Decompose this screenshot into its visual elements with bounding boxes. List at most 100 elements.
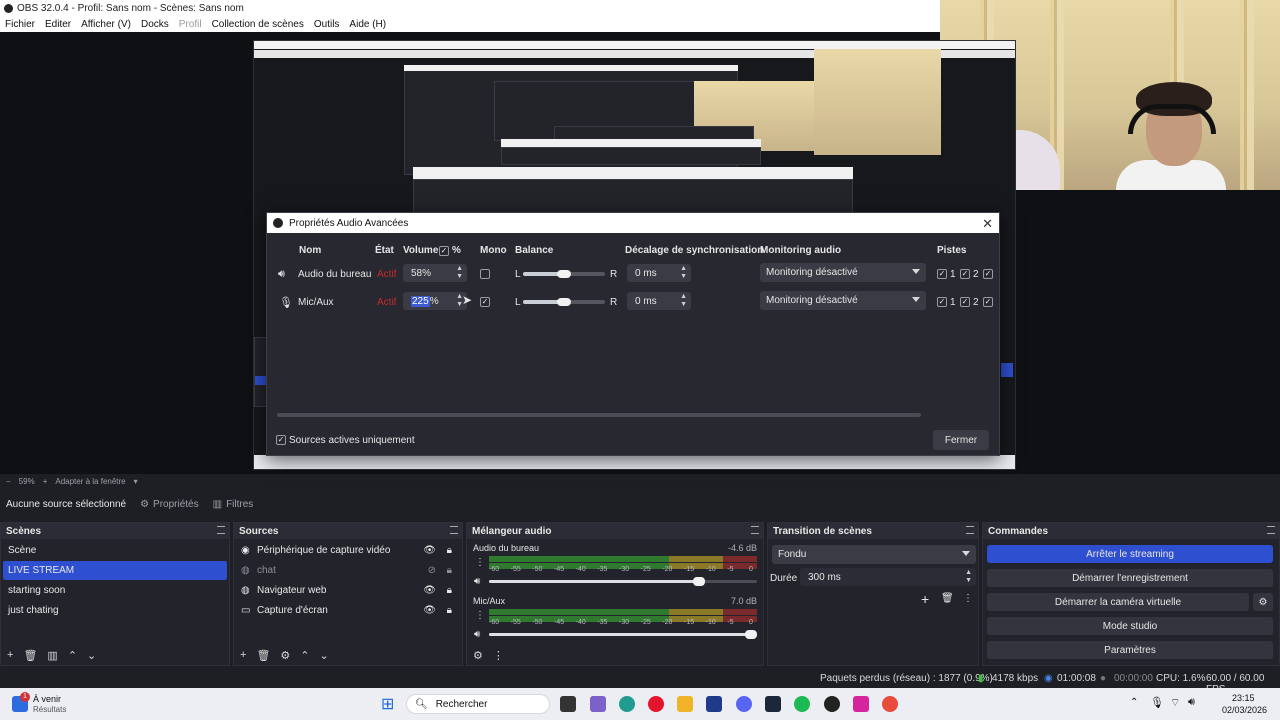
- menu-docks[interactable]: Docks: [136, 19, 174, 30]
- filter-icon[interactable]: ▥: [47, 649, 57, 662]
- file-explorer-icon[interactable]: [677, 696, 693, 712]
- volume-spinbox-desktop-audio[interactable]: 58% ▲ ▼: [403, 264, 467, 282]
- mono-checkbox-desktop-audio[interactable]: [480, 269, 490, 279]
- wifi-icon[interactable]: ⌔: [1170, 696, 1180, 710]
- mono-checkbox-mic-aux[interactable]: ✓: [480, 297, 490, 307]
- studio-mode-button[interactable]: Mode studio: [987, 617, 1273, 635]
- balance-slider-handle[interactable]: [557, 270, 571, 278]
- discord-icon[interactable]: [736, 696, 752, 712]
- teams-icon[interactable]: [590, 696, 606, 712]
- move-down-icon[interactable]: ⌄: [320, 649, 329, 662]
- dock-menu-icon[interactable]: [966, 526, 974, 534]
- mixer-fader-handle[interactable]: [693, 577, 705, 586]
- trash-icon[interactable]: 🗑︎: [23, 649, 37, 662]
- zoom-fit-select[interactable]: Adapter à la fenêtre: [55, 477, 125, 486]
- lock-icon[interactable]: 🔒︎: [447, 585, 452, 596]
- scene-item[interactable]: Scène: [3, 541, 227, 560]
- volume-icon[interactable]: 🔊︎: [474, 629, 480, 640]
- horizontal-scrollbar[interactable]: [277, 413, 921, 417]
- source-item[interactable]: ▭ Capture d'écran 👁︎ 🔒︎: [236, 601, 460, 620]
- instagram-icon[interactable]: [853, 696, 869, 712]
- store-icon[interactable]: [706, 696, 722, 712]
- stop-streaming-button[interactable]: Arrêter le streaming: [987, 545, 1273, 563]
- dock-menu-icon[interactable]: [450, 526, 458, 534]
- more-vertical-icon[interactable]: ⋮: [963, 593, 973, 604]
- track-1-checkbox-desktop-audio[interactable]: ✓: [937, 269, 947, 279]
- track-2-checkbox-mic-aux[interactable]: ✓: [960, 297, 970, 307]
- lock-icon[interactable]: 🔒︎: [447, 605, 452, 616]
- volume-spinbox-mic-aux[interactable]: 225% ▲ ▼: [403, 292, 467, 310]
- active-sources-only-checkbox[interactable]: ✓: [276, 435, 286, 445]
- spin-arrows-icon[interactable]: ▲ ▼: [680, 265, 687, 281]
- track-3-checkbox-desktop-audio[interactable]: ✓: [983, 269, 993, 279]
- move-up-icon[interactable]: ⌃: [68, 649, 77, 662]
- eye-hidden-icon[interactable]: ⊘: [428, 565, 436, 576]
- track-3-checkbox-mic-aux[interactable]: ✓: [983, 297, 993, 307]
- filters-button[interactable]: ▥ Filtres: [213, 499, 254, 510]
- menu-outils[interactable]: Outils: [309, 19, 345, 30]
- add-icon[interactable]: +: [921, 591, 929, 607]
- opera-icon[interactable]: [648, 696, 664, 712]
- menu-fichier[interactable]: Fichier: [0, 19, 40, 30]
- sync-offset-spinbox-desktop-audio[interactable]: 0 ms ▲ ▼: [627, 264, 691, 282]
- zoom-in-icon[interactable]: +: [43, 477, 48, 486]
- gear-icon[interactable]: ⚙: [280, 649, 290, 662]
- mixer-fader-handle[interactable]: [745, 630, 757, 639]
- spotify-icon[interactable]: [794, 696, 810, 712]
- scene-item[interactable]: just chating: [3, 601, 227, 620]
- trash-icon[interactable]: 🗑︎: [256, 649, 270, 662]
- scene-item[interactable]: starting soon: [3, 581, 227, 600]
- taskbar-search[interactable]: 🔍︎ Rechercher: [406, 694, 550, 714]
- close-button[interactable]: Fermer: [933, 430, 989, 450]
- menu-aide[interactable]: Aide (H): [344, 19, 391, 30]
- trash-icon[interactable]: 🗑︎: [941, 593, 954, 604]
- sync-offset-spinbox-mic-aux[interactable]: 0 ms ▲ ▼: [627, 292, 691, 310]
- balance-slider-handle[interactable]: [557, 298, 571, 306]
- move-down-icon[interactable]: ⌄: [87, 649, 96, 662]
- monitoring-select-desktop-audio[interactable]: Monitoring désactivé: [760, 263, 926, 282]
- more-vertical-icon[interactable]: ⋮: [475, 557, 485, 568]
- move-up-icon[interactable]: ⌃: [300, 649, 309, 662]
- volume-icon[interactable]: 🔊︎: [474, 576, 480, 587]
- track-1-checkbox-mic-aux[interactable]: ✓: [937, 297, 947, 307]
- settings-button[interactable]: Paramètres: [987, 641, 1273, 659]
- close-icon[interactable]: ✕: [982, 216, 993, 232]
- duration-spinbox[interactable]: 300 ms ▲ ▼: [800, 568, 976, 586]
- add-icon[interactable]: +: [240, 649, 246, 661]
- properties-button[interactable]: ⚙ Propriétés: [140, 499, 199, 510]
- windows-start-icon[interactable]: ⊞: [381, 694, 394, 714]
- monitoring-select-mic-aux[interactable]: Monitoring désactivé: [760, 291, 926, 310]
- lock-icon[interactable]: 🔒︎: [447, 565, 452, 576]
- virtual-camera-settings-button[interactable]: ⚙: [1253, 593, 1273, 611]
- more-vertical-icon[interactable]: ⋮: [493, 649, 504, 662]
- lock-icon[interactable]: 🔒︎: [447, 545, 452, 556]
- menu-profil[interactable]: Profil: [174, 19, 207, 30]
- chrome-icon[interactable]: [882, 696, 898, 712]
- scene-item-selected[interactable]: LIVE STREAM: [3, 561, 227, 580]
- eye-icon[interactable]: 👁︎: [423, 605, 436, 616]
- edge-icon[interactable]: [619, 696, 635, 712]
- menu-editer[interactable]: Editer: [40, 19, 76, 30]
- add-icon[interactable]: +: [7, 649, 13, 661]
- dock-menu-icon[interactable]: [217, 526, 225, 534]
- volume-percent-checkbox[interactable]: ✓: [439, 246, 449, 256]
- task-view-icon[interactable]: [560, 696, 576, 712]
- eye-icon[interactable]: 👁︎: [423, 585, 436, 596]
- steam-icon[interactable]: [765, 696, 781, 712]
- source-item[interactable]: ◍ chat ⊘ 🔒︎: [236, 561, 460, 580]
- spin-arrows-icon[interactable]: ▲ ▼: [965, 569, 972, 585]
- track-2-checkbox-desktop-audio[interactable]: ✓: [960, 269, 970, 279]
- dock-menu-icon[interactable]: [1267, 526, 1275, 534]
- zoom-out-icon[interactable]: −: [6, 477, 11, 486]
- settings-icon[interactable]: ⚙: [473, 649, 483, 662]
- volume-icon[interactable]: 🔊︎: [1188, 696, 1195, 709]
- menu-collection[interactable]: Collection de scènes: [207, 19, 309, 30]
- source-item[interactable]: ◉ Périphérique de capture vidéo 👁︎ 🔒︎: [236, 541, 460, 560]
- source-item[interactable]: ◍ Navigateur web 👁︎ 🔒︎: [236, 581, 460, 600]
- microphone-icon[interactable]: 🎙︎: [1150, 696, 1164, 709]
- transition-type-select[interactable]: Fondu: [772, 545, 976, 564]
- start-recording-button[interactable]: Démarrer l'enregistrement: [987, 569, 1273, 587]
- chevron-up-icon[interactable]: ⌃: [1130, 697, 1138, 708]
- dock-menu-icon[interactable]: [751, 526, 759, 534]
- spin-arrows-icon[interactable]: ▲ ▼: [456, 265, 463, 281]
